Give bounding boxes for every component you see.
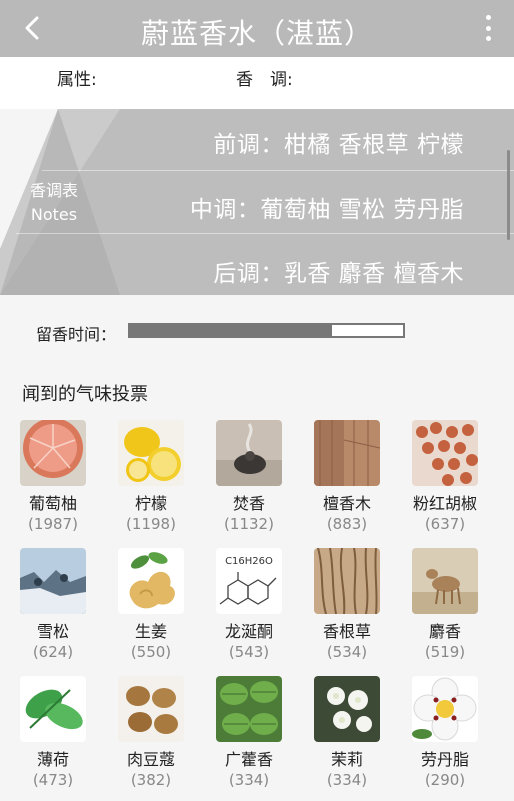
pink-pepper-icon [412,420,478,486]
vote-count: (519) [424,643,466,661]
middle-notes: 中调：葡萄柚 雪松 劳丹脂 [189,197,464,223]
top-notes: 前调：柑橘 香根草 柠檬 [213,132,464,158]
scent-name: 劳丹脂 [420,750,469,769]
longevity-row: 留香时间： [0,295,514,359]
more-menu-icon[interactable] [478,12,498,44]
vote-count: (550) [130,643,172,661]
scent-vote-item[interactable]: 广藿香 (334) [206,676,292,790]
vote-count: (624) [32,643,74,661]
top-bar: 蔚蓝香水（湛蓝） [0,0,514,57]
scent-name: 檀香木 [322,494,371,513]
nutmeg-icon [118,676,184,742]
scent-vote-item[interactable]: 雪松 (624) [10,548,96,662]
scent-vote-item[interactable]: 薄荷 (473) [10,676,96,790]
scent-vote-item[interactable]: 肉豆蔻 (382) [108,676,194,790]
attributes-row: 属性: 香 调: [0,57,514,109]
sandalwood-icon [314,420,380,486]
vote-count: (473) [32,771,74,789]
longevity-fill [130,325,333,336]
divider [42,170,514,171]
grapefruit-icon [20,420,86,486]
scent-name: 生姜 [134,622,167,641]
scent-name: 麝香 [428,622,461,641]
scent-vote-item[interactable]: 檀香木 (883) [304,420,390,534]
notes-pyramid: 香调表 Notes 前调：柑橘 香根草 柠檬 中调：葡萄柚 雪松 劳丹脂 后调：… [0,109,514,295]
scent-vote-item[interactable]: 茉莉 (334) [304,676,390,790]
scent-name: 雪松 [36,622,69,641]
vote-count: (290) [424,771,466,789]
scent-vote-item[interactable]: C16H26O 龙涎酮 (543) [206,548,292,662]
divider [16,233,514,234]
mint-icon [20,676,86,742]
vote-count: (543) [228,643,270,661]
scent-vote-item[interactable]: 生姜 (550) [108,548,194,662]
scent-name: 香根草 [322,622,371,641]
scent-name: 葡萄柚 [28,494,77,513]
accord-label: 香 调: [236,70,293,90]
notes-side-label: 香调表 Notes [29,181,78,224]
vote-count: (1132) [224,515,274,533]
vote-count: (637) [424,515,466,533]
vote-count: (382) [130,771,172,789]
vote-count: (334) [326,771,368,789]
scent-name: 肉豆蔻 [126,750,175,769]
scent-vote-item[interactable]: 麝香 (519) [402,548,488,662]
vote-count: (534) [326,643,368,661]
scent-name: 焚香 [232,494,265,513]
attribute-label: 属性: [57,70,97,90]
scent-vote-item[interactable]: 香根草 (534) [304,548,390,662]
scent-vote-item[interactable]: 柠檬 (1198) [108,420,194,534]
ambroxan-icon: C16H26O [216,548,282,614]
longevity-bar [128,323,405,338]
vote-count: (1198) [126,515,176,533]
scent-name: 薄荷 [36,750,69,769]
scent-name: 柠檬 [134,494,167,513]
musk-deer-icon [412,548,478,614]
scrollbar[interactable] [507,150,510,240]
chemical-formula-label: C16H26O [225,556,273,567]
cedar-icon [20,548,86,614]
vote-count: (883) [326,515,368,533]
scent-name: 茉莉 [330,750,363,769]
vote-count: (1987) [28,515,78,533]
vote-section-title: 闻到的气味投票 [22,384,148,405]
page-title: 蔚蓝香水（湛蓝） [140,17,373,50]
scent-vote-item[interactable]: 劳丹脂 (290) [402,676,488,790]
longevity-label: 留香时间： [36,325,117,344]
lemon-icon [118,420,184,486]
incense-icon [216,420,282,486]
scent-name: 粉红胡椒 [412,494,477,513]
scent-name: 广藿香 [224,750,273,769]
vote-count: (334) [228,771,270,789]
scent-vote-item[interactable]: 粉红胡椒 (637) [402,420,488,534]
base-notes: 后调：乳香 麝香 檀香木 [213,261,464,287]
jasmine-icon [314,676,380,742]
back-button[interactable] [14,10,50,46]
labdanum-icon [412,676,478,742]
scent-name: 龙涎酮 [224,622,273,641]
scent-vote-item[interactable]: 葡萄柚 (1987) [10,420,96,534]
ginger-icon [118,548,184,614]
scent-vote-item[interactable]: 焚香 (1132) [206,420,292,534]
vetiver-icon [314,548,380,614]
chevron-left-icon [25,16,39,40]
patchouli-icon [216,676,282,742]
